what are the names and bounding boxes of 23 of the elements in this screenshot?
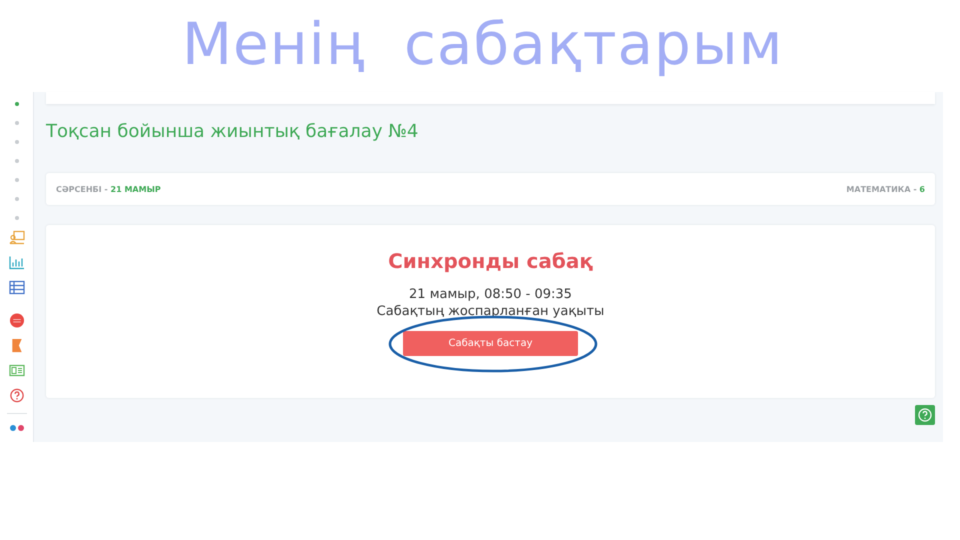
table-icon[interactable] (8, 280, 24, 295)
help-icon[interactable] (8, 388, 24, 403)
start-lesson-button[interactable]: Сабақты бастау (403, 331, 578, 356)
time-caption: Сабақтың жоспарланған уақыты (376, 304, 604, 319)
nav-dot[interactable] (14, 102, 18, 106)
slide-title: Менің сабақтарым (182, 10, 784, 78)
lesson-time: 21 мамыр, 08:50 - 09:35 (409, 287, 572, 302)
nav-dot[interactable] (14, 121, 18, 125)
nav-dot[interactable] (14, 197, 18, 201)
page-title: Тоқсан бойынша жиынтық бағалау №4 (46, 121, 420, 144)
nav-dot[interactable] (14, 178, 18, 182)
badge-icon[interactable] (8, 313, 24, 328)
lesson-date: СӘРСЕНБІ - 21 МАМЫР (56, 184, 161, 194)
nav-dot[interactable] (14, 216, 18, 220)
lesson-heading: Синхронды сабақ (388, 249, 593, 273)
nav-dot[interactable] (14, 140, 18, 144)
color-dots-icon[interactable] (8, 424, 24, 432)
presentation-icon[interactable] (8, 230, 24, 245)
bar-chart-icon[interactable] (8, 255, 24, 270)
nav-dot[interactable] (14, 159, 18, 163)
id-card-icon[interactable] (8, 363, 24, 378)
help-button[interactable] (915, 405, 935, 425)
subject-grade: МАТЕМАТИКА - 6 (846, 184, 925, 194)
